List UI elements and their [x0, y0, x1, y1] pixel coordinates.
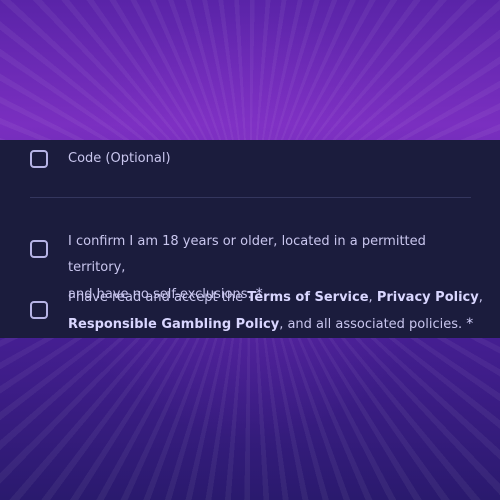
age-confirm-line1: I confirm I am 18 years or older, locate… [68, 234, 426, 275]
terms-sep2: , [478, 290, 483, 305]
age-confirm-checkbox[interactable] [30, 240, 48, 258]
terms-checkbox[interactable] [30, 301, 48, 319]
terms-suffix: , and all associated policies. [279, 317, 463, 332]
terms-of-service-link[interactable]: Terms of Service [247, 290, 368, 305]
responsible-gambling-link[interactable]: Responsible Gambling Policy [68, 317, 279, 332]
privacy-policy-link[interactable]: Privacy Policy [377, 290, 479, 305]
divider [30, 197, 471, 198]
code-optional-checkbox[interactable] [30, 150, 48, 168]
terms-line1: I have read and accept the Terms of Serv… [68, 285, 488, 311]
terms-prefix: I have read and accept the [68, 290, 248, 305]
terms-text: I have read and accept the Terms of Serv… [68, 285, 488, 338]
required-asterisk: * [466, 316, 474, 332]
terms-row[interactable]: I have read and accept the Terms of Serv… [30, 285, 488, 338]
code-optional-row[interactable]: Code (Optional) [30, 148, 171, 170]
terms-line2: Responsible Gambling Policy, and all ass… [68, 311, 488, 338]
terms-sep1: , [368, 290, 377, 305]
code-optional-label: Code (Optional) [68, 151, 171, 166]
signup-form-panel: Code (Optional) I confirm I am 18 years … [0, 140, 500, 338]
